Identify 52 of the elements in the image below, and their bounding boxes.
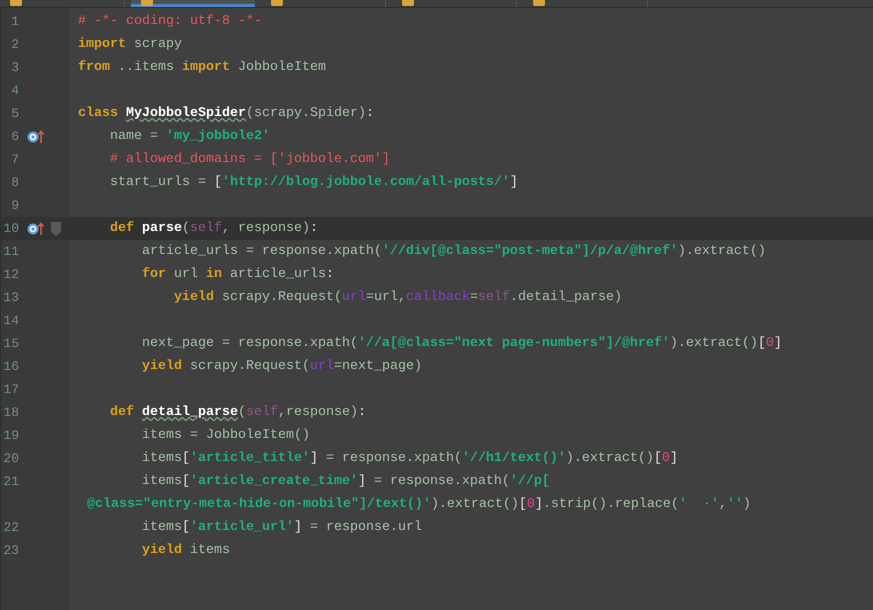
code-line: from ..items import JobboleItem (77, 60, 326, 75)
line-number: 16 (2, 359, 20, 374)
line-number: 5 (10, 106, 20, 121)
override-method-icon[interactable] (27, 221, 44, 236)
code-line: # allowed_domains = ['jobbole.com'] (108, 152, 390, 167)
line-number: 18 (2, 405, 20, 420)
line-number: 10 (2, 221, 20, 236)
line-number: 8 (10, 175, 20, 190)
line-number: 12 (2, 267, 20, 282)
line-number: 1 (10, 14, 20, 29)
line-number: 3 (10, 60, 20, 75)
line-number: 13 (2, 290, 20, 305)
code-line: for url in article_urls: (140, 267, 334, 282)
code-line: import scrapy (77, 37, 182, 52)
line-number: 21 (2, 474, 20, 489)
fold-marker-icon[interactable] (51, 222, 61, 236)
line-number: 20 (2, 451, 20, 466)
python-file-icon (10, 0, 22, 6)
code-line: def detail_parse(self,response): (108, 405, 366, 420)
code-line: items = JobboleItem() (140, 428, 310, 443)
code-line: @class="entry-meta-hide-on-mobile"]/text()').extract()[0].strip().replace(' ·','') (86, 497, 751, 512)
code-line: items['article_url'] = response.url (140, 520, 422, 535)
python-file-icon (533, 0, 545, 6)
line-number: 22 (2, 520, 20, 535)
editor-tab[interactable] (131, 0, 255, 7)
line-number: 9 (10, 198, 20, 213)
line-number: 19 (2, 428, 20, 443)
line-number: 7 (10, 152, 20, 167)
line-number: 17 (2, 382, 20, 397)
code-line: yield items (140, 543, 230, 558)
override-method-icon[interactable] (27, 129, 44, 144)
code-line: def parse(self, response): (108, 221, 318, 236)
python-file-icon (402, 0, 414, 6)
line-number: 11 (2, 244, 20, 259)
code-line: next_page = response.xpath('//a[@class="next page-numbers"]/@href').extract()[0] (140, 336, 782, 351)
code-line: yield scrapy.Request(url=url,callback=self.detail_parse) (172, 290, 622, 305)
code-line: # -*- coding: utf-8 -*- (77, 14, 262, 29)
code-line: items['article_create_time'] = response.xpath('//p[ (140, 474, 550, 489)
line-number: 14 (2, 313, 20, 328)
code-line: start_urls = ['http://blog.jobbole.com/all-posts/'] (108, 175, 518, 190)
code-line: items['article_title'] = response.xpath('//h1/text()').extract()[0] (140, 451, 678, 466)
line-number: 2 (10, 37, 20, 52)
line-number: 4 (10, 83, 20, 98)
line-number: 23 (2, 543, 20, 558)
line-number: 6 (10, 129, 20, 144)
python-file-icon (271, 0, 283, 6)
code-line: name = 'my_jobbole2' (108, 129, 270, 144)
line-number: 15 (2, 336, 20, 351)
code-line: yield scrapy.Request(url=next_page) (140, 359, 422, 374)
code-line: class MyJobboleSpider(scrapy.Spider): (77, 106, 374, 121)
code-line: article_urls = response.xpath('//div[@class="post-meta"]/p/a/@href').extract() (140, 244, 766, 259)
python-file-icon (141, 0, 153, 6)
